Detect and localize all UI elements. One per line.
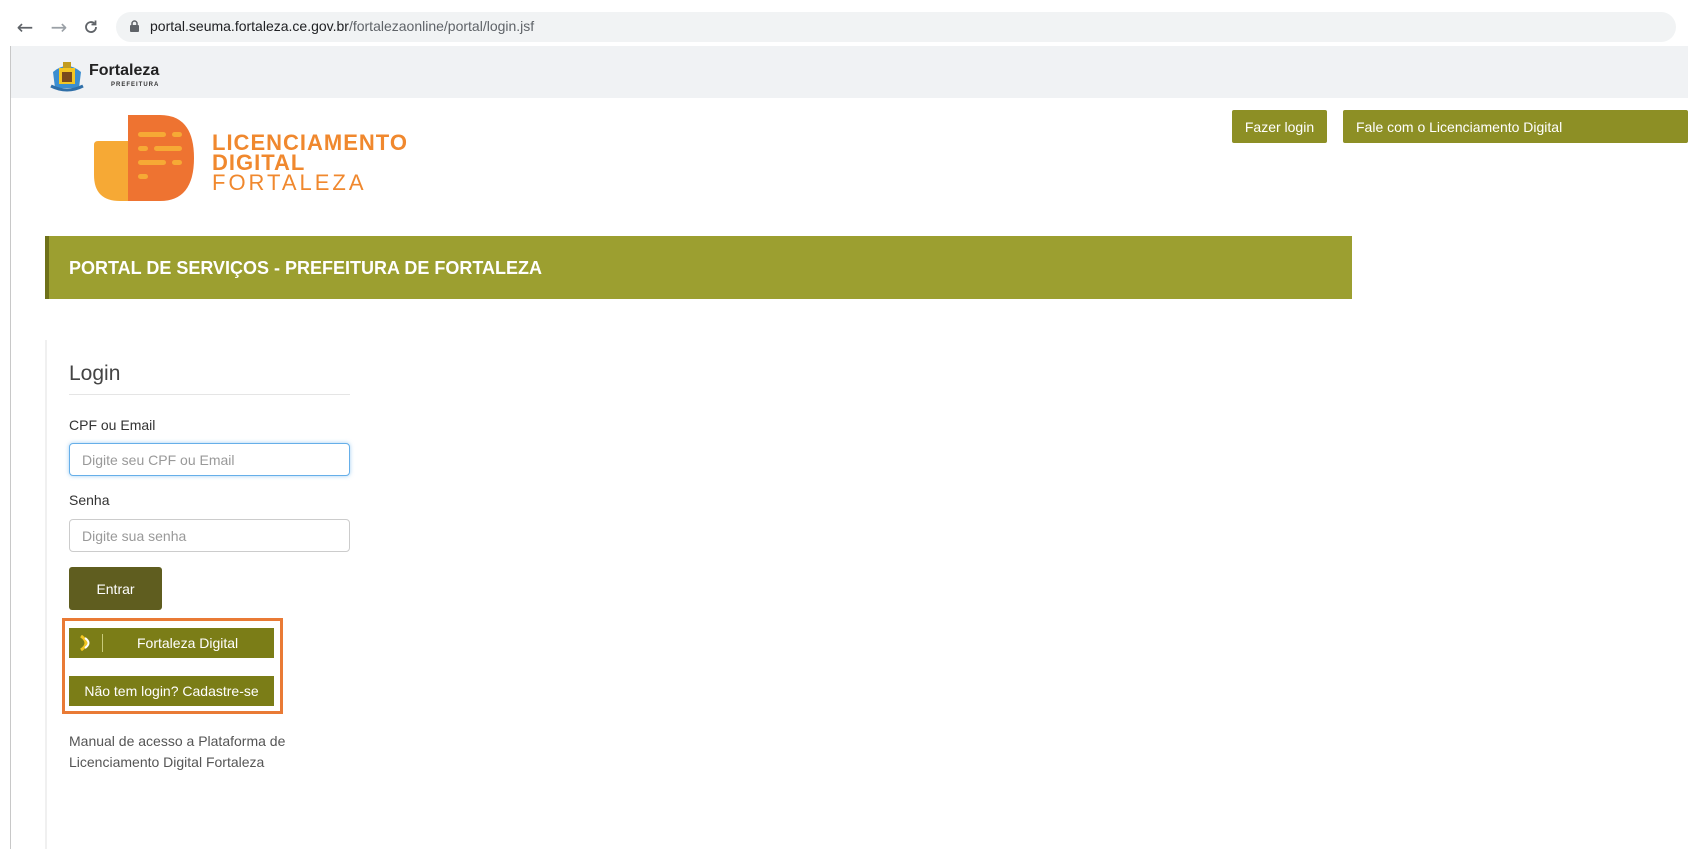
lock-icon (130, 20, 139, 32)
forward-arrow-icon[interactable]: → (48, 15, 70, 39)
prefeitura-name: Fortaleza (89, 62, 160, 79)
login-panel-edge (45, 340, 47, 849)
prefeitura-bar: Fortaleza PREFEITURA (11, 46, 1688, 98)
fale-conosco-button[interactable]: Fale com o Licenciamento Digital (1343, 110, 1688, 143)
fortaleza-digital-button[interactable]: Fortaleza Digital (69, 628, 274, 658)
url-path: /fortalezaonline/portal/login.jsf (348, 18, 535, 34)
cpf-email-label: CPF ou Email (69, 417, 156, 433)
banner-title: PORTAL DE SERVIÇOS - PREFEITURA DE FORTA… (69, 258, 543, 278)
reload-icon[interactable] (80, 16, 102, 38)
fazer-login-button[interactable]: Fazer login (1232, 110, 1327, 143)
licenciamento-logo-icon (94, 115, 194, 201)
prefeitura-crest-icon[interactable] (49, 58, 85, 92)
url-text: portal.seuma.fortaleza.ce.gov.br/fortale… (150, 18, 534, 34)
window-edge (10, 46, 11, 849)
senha-label: Senha (69, 492, 110, 508)
prefeitura-subtitle: PREFEITURA (111, 82, 160, 88)
senha-input[interactable] (69, 519, 350, 552)
fortaleza-digital-label: Fortaleza Digital (137, 635, 239, 651)
address-bar[interactable]: portal.seuma.fortaleza.ce.gov.br/fortale… (116, 12, 1676, 42)
manual-link[interactable]: Manual de acesso a Plataforma de Licenci… (69, 731, 329, 773)
cpf-email-input[interactable] (69, 443, 350, 476)
entrar-button[interactable]: Entrar (69, 567, 162, 610)
fortaleza-digital-icon (80, 635, 90, 651)
brand-line-3: FORTALEZA (212, 170, 367, 195)
login-divider (69, 394, 350, 395)
cadastre-se-button[interactable]: Não tem login? Cadastre-se (69, 676, 274, 706)
portal-banner: PORTAL DE SERVIÇOS - PREFEITURA DE FORTA… (45, 236, 1352, 299)
button-separator (102, 634, 103, 652)
browser-toolbar: ← → portal.seuma.fortaleza.ce.gov.br/for… (0, 8, 1688, 46)
back-arrow-icon[interactable]: ← (14, 15, 36, 39)
login-title: Login (69, 362, 121, 385)
page: ← → portal.seuma.fortaleza.ce.gov.br/for… (0, 0, 1688, 849)
url-domain: portal.seuma.fortaleza.ce.gov.br (150, 18, 349, 34)
